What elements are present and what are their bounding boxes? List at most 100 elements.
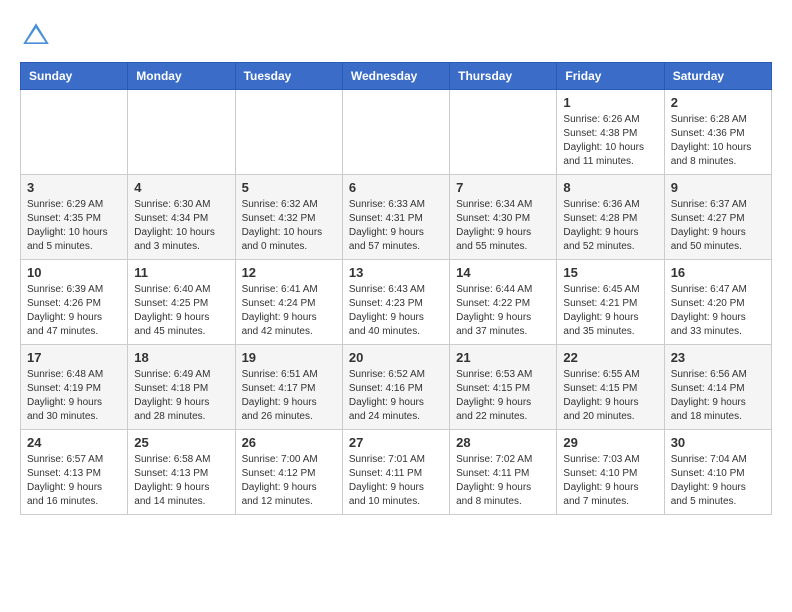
day-number: 20 (349, 350, 443, 365)
calendar-day-15: 15 Sunrise: 6:45 AM Sunset: 4:21 PM Dayli… (557, 260, 664, 345)
column-header-thursday: Thursday (450, 63, 557, 90)
day-info: Sunrise: 6:29 AM Sunset: 4:35 PM Dayligh… (27, 198, 121, 254)
day-number: 5 (242, 180, 336, 195)
calendar-empty-cell (450, 90, 557, 175)
day-info: Sunrise: 6:55 AM Sunset: 4:15 PM Dayligh… (563, 368, 657, 424)
column-header-sunday: Sunday (21, 63, 128, 90)
day-number: 14 (456, 265, 550, 280)
calendar-day-8: 8 Sunrise: 6:36 AM Sunset: 4:28 PM Daylig… (557, 175, 664, 260)
calendar-empty-cell (342, 90, 449, 175)
day-info: Sunrise: 6:36 AM Sunset: 4:28 PM Dayligh… (563, 198, 657, 254)
day-number: 27 (349, 435, 443, 450)
calendar-day-21: 21 Sunrise: 6:53 AM Sunset: 4:15 PM Dayli… (450, 345, 557, 430)
calendar-day-26: 26 Sunrise: 7:00 AM Sunset: 4:12 PM Dayli… (235, 430, 342, 515)
day-info: Sunrise: 6:57 AM Sunset: 4:13 PM Dayligh… (27, 453, 121, 509)
day-info: Sunrise: 6:58 AM Sunset: 4:13 PM Dayligh… (134, 453, 228, 509)
day-info: Sunrise: 6:37 AM Sunset: 4:27 PM Dayligh… (671, 198, 765, 254)
day-info: Sunrise: 6:56 AM Sunset: 4:14 PM Dayligh… (671, 368, 765, 424)
day-number: 29 (563, 435, 657, 450)
day-number: 28 (456, 435, 550, 450)
calendar-day-27: 27 Sunrise: 7:01 AM Sunset: 4:11 PM Dayli… (342, 430, 449, 515)
day-info: Sunrise: 6:44 AM Sunset: 4:22 PM Dayligh… (456, 283, 550, 339)
calendar-day-19: 19 Sunrise: 6:51 AM Sunset: 4:17 PM Dayli… (235, 345, 342, 430)
calendar-day-1: 1Sunrise: 6:26 AM Sunset: 4:38 PM Daylig… (557, 90, 664, 175)
day-number: 18 (134, 350, 228, 365)
day-info: Sunrise: 6:48 AM Sunset: 4:19 PM Dayligh… (27, 368, 121, 424)
column-header-saturday: Saturday (664, 63, 771, 90)
calendar-day-7: 7 Sunrise: 6:34 AM Sunset: 4:30 PM Daylig… (450, 175, 557, 260)
day-number: 25 (134, 435, 228, 450)
day-number: 22 (563, 350, 657, 365)
day-info: Sunrise: 6:49 AM Sunset: 4:18 PM Dayligh… (134, 368, 228, 424)
day-number: 24 (27, 435, 121, 450)
day-number: 7 (456, 180, 550, 195)
calendar-day-18: 18 Sunrise: 6:49 AM Sunset: 4:18 PM Dayli… (128, 345, 235, 430)
day-info: Sunrise: 7:02 AM Sunset: 4:11 PM Dayligh… (456, 453, 550, 509)
day-info: Sunrise: 6:52 AM Sunset: 4:16 PM Dayligh… (349, 368, 443, 424)
day-info: Sunrise: 7:01 AM Sunset: 4:11 PM Dayligh… (349, 453, 443, 509)
calendar-day-16: 16 Sunrise: 6:47 AM Sunset: 4:20 PM Dayli… (664, 260, 771, 345)
day-info: Sunrise: 6:34 AM Sunset: 4:30 PM Dayligh… (456, 198, 550, 254)
day-number: 15 (563, 265, 657, 280)
day-number: 6 (349, 180, 443, 195)
day-number: 10 (27, 265, 121, 280)
day-info: Sunrise: 7:00 AM Sunset: 4:12 PM Dayligh… (242, 453, 336, 509)
calendar-day-17: 17 Sunrise: 6:48 AM Sunset: 4:19 PM Dayli… (21, 345, 128, 430)
calendar-header-row: SundayMondayTuesdayWednesdayThursdayFrid… (21, 63, 772, 90)
day-info: Sunrise: 6:41 AM Sunset: 4:24 PM Dayligh… (242, 283, 336, 339)
day-number: 2 (671, 95, 765, 110)
day-number: 12 (242, 265, 336, 280)
calendar-day-3: 3 Sunrise: 6:29 AM Sunset: 4:35 PM Daylig… (21, 175, 128, 260)
calendar-day-24: 24 Sunrise: 6:57 AM Sunset: 4:13 PM Dayli… (21, 430, 128, 515)
calendar-day-4: 4Sunrise: 6:30 AM Sunset: 4:34 PM Daylig… (128, 175, 235, 260)
day-number: 23 (671, 350, 765, 365)
calendar-day-23: 23 Sunrise: 6:56 AM Sunset: 4:14 PM Dayli… (664, 345, 771, 430)
logo-icon (20, 20, 52, 52)
header (20, 20, 772, 52)
calendar-empty-cell (21, 90, 128, 175)
calendar-day-11: 11 Sunrise: 6:40 AM Sunset: 4:25 PM Dayli… (128, 260, 235, 345)
day-info: Sunrise: 6:26 AM Sunset: 4:38 PM Dayligh… (563, 113, 657, 169)
column-header-monday: Monday (128, 63, 235, 90)
day-info: Sunrise: 6:33 AM Sunset: 4:31 PM Dayligh… (349, 198, 443, 254)
day-info: Sunrise: 6:43 AM Sunset: 4:23 PM Dayligh… (349, 283, 443, 339)
day-number: 30 (671, 435, 765, 450)
calendar-body: 1Sunrise: 6:26 AM Sunset: 4:38 PM Daylig… (21, 90, 772, 515)
calendar-day-14: 14 Sunrise: 6:44 AM Sunset: 4:22 PM Dayli… (450, 260, 557, 345)
day-number: 3 (27, 180, 121, 195)
day-number: 11 (134, 265, 228, 280)
day-number: 19 (242, 350, 336, 365)
column-header-tuesday: Tuesday (235, 63, 342, 90)
column-header-friday: Friday (557, 63, 664, 90)
calendar-week-5: 24 Sunrise: 6:57 AM Sunset: 4:13 PM Dayli… (21, 430, 772, 515)
calendar-day-28: 28 Sunrise: 7:02 AM Sunset: 4:11 PM Dayli… (450, 430, 557, 515)
day-info: Sunrise: 7:04 AM Sunset: 4:10 PM Dayligh… (671, 453, 765, 509)
day-info: Sunrise: 6:47 AM Sunset: 4:20 PM Dayligh… (671, 283, 765, 339)
day-number: 9 (671, 180, 765, 195)
calendar-day-5: 5Sunrise: 6:32 AM Sunset: 4:32 PM Daylig… (235, 175, 342, 260)
calendar-day-30: 30 Sunrise: 7:04 AM Sunset: 4:10 PM Dayli… (664, 430, 771, 515)
calendar-day-2: 2Sunrise: 6:28 AM Sunset: 4:36 PM Daylig… (664, 90, 771, 175)
day-number: 21 (456, 350, 550, 365)
day-number: 16 (671, 265, 765, 280)
day-info: Sunrise: 6:45 AM Sunset: 4:21 PM Dayligh… (563, 283, 657, 339)
calendar-day-10: 10 Sunrise: 6:39 AM Sunset: 4:26 PM Dayli… (21, 260, 128, 345)
day-number: 26 (242, 435, 336, 450)
day-info: Sunrise: 7:03 AM Sunset: 4:10 PM Dayligh… (563, 453, 657, 509)
calendar-week-2: 3 Sunrise: 6:29 AM Sunset: 4:35 PM Daylig… (21, 175, 772, 260)
calendar-day-6: 6 Sunrise: 6:33 AM Sunset: 4:31 PM Daylig… (342, 175, 449, 260)
day-info: Sunrise: 6:51 AM Sunset: 4:17 PM Dayligh… (242, 368, 336, 424)
calendar-day-20: 20 Sunrise: 6:52 AM Sunset: 4:16 PM Dayli… (342, 345, 449, 430)
day-number: 4 (134, 180, 228, 195)
calendar-day-25: 25 Sunrise: 6:58 AM Sunset: 4:13 PM Dayli… (128, 430, 235, 515)
day-info: Sunrise: 6:53 AM Sunset: 4:15 PM Dayligh… (456, 368, 550, 424)
calendar-day-22: 22 Sunrise: 6:55 AM Sunset: 4:15 PM Dayli… (557, 345, 664, 430)
day-number: 13 (349, 265, 443, 280)
day-number: 8 (563, 180, 657, 195)
calendar-week-4: 17 Sunrise: 6:48 AM Sunset: 4:19 PM Dayli… (21, 345, 772, 430)
day-info: Sunrise: 6:39 AM Sunset: 4:26 PM Dayligh… (27, 283, 121, 339)
calendar-day-9: 9 Sunrise: 6:37 AM Sunset: 4:27 PM Daylig… (664, 175, 771, 260)
day-info: Sunrise: 6:40 AM Sunset: 4:25 PM Dayligh… (134, 283, 228, 339)
day-number: 17 (27, 350, 121, 365)
calendar-week-3: 10 Sunrise: 6:39 AM Sunset: 4:26 PM Dayli… (21, 260, 772, 345)
